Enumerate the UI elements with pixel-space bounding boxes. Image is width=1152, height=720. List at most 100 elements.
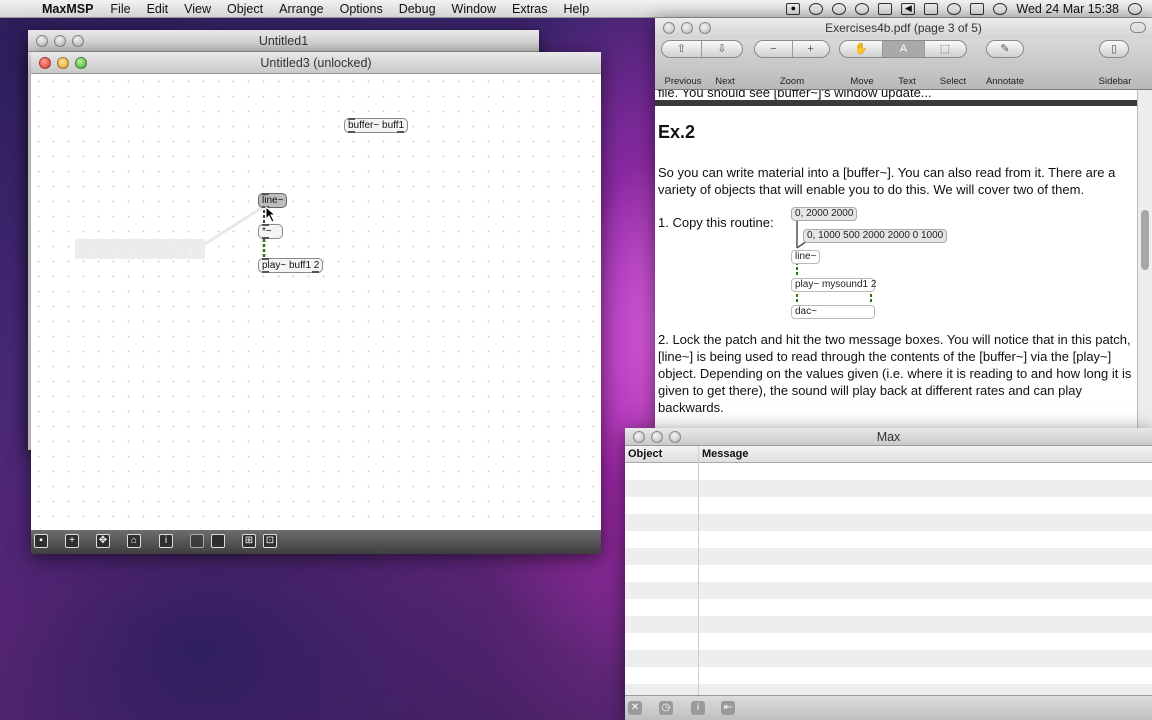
sidebar-button[interactable]: ▯ xyxy=(1099,40,1129,58)
zoom-icon[interactable] xyxy=(75,57,87,69)
pdf-scrollbar[interactable] xyxy=(1137,90,1152,430)
zoom-buttons: − + xyxy=(754,40,830,58)
info-icon[interactable]: i xyxy=(691,701,705,715)
menu-help[interactable]: Help xyxy=(555,2,597,16)
column-divider[interactable] xyxy=(698,446,699,695)
menu-app-name[interactable]: MaxMSP xyxy=(36,2,102,16)
max-console-toolbar: ✕ ◷ i ⇤ xyxy=(625,695,1152,720)
back-icon[interactable]: ⇤ xyxy=(721,701,735,715)
timer-icon[interactable] xyxy=(809,2,824,15)
inlet[interactable] xyxy=(262,258,269,260)
sync-icon[interactable] xyxy=(855,2,870,15)
annotate-label: Annotate xyxy=(985,76,1025,87)
pdf-window-controls xyxy=(663,22,711,34)
next-button[interactable]: ⇩ xyxy=(702,41,742,57)
multiply-object[interactable]: *~ xyxy=(258,224,283,239)
previous-button[interactable]: ⇧ xyxy=(662,41,702,57)
minimize-icon[interactable] xyxy=(681,22,693,34)
screen-record-icon[interactable]: ● xyxy=(786,2,801,15)
text-tool-button[interactable]: A xyxy=(883,41,925,57)
minimize-icon[interactable] xyxy=(54,35,66,47)
menubar-clock[interactable]: Wed 24 Mar 15:38 xyxy=(1016,2,1119,16)
pdf-titlebar[interactable]: Exercises4b.pdf (page 3 of 5) xyxy=(655,18,1152,38)
zoom-icon[interactable] xyxy=(72,35,84,47)
inlet[interactable] xyxy=(262,224,269,226)
close-icon[interactable] xyxy=(663,22,675,34)
zoom-in-button[interactable]: + xyxy=(792,41,829,57)
inspector-icon[interactable]: i xyxy=(159,534,173,548)
toolbar-toggle-icon[interactable] xyxy=(1130,22,1146,33)
pdf-page[interactable]: file. You should see [buffer~]'s window … xyxy=(655,90,1137,430)
buffer-object[interactable]: buffer~ buff1 xyxy=(344,118,409,133)
menu-arrange[interactable]: Arrange xyxy=(271,2,331,16)
outlet[interactable] xyxy=(348,131,355,133)
send-to-back-icon[interactable] xyxy=(190,534,204,548)
close-icon[interactable] xyxy=(39,57,51,69)
move-label: Move xyxy=(850,76,874,87)
hint-pointer xyxy=(204,205,264,246)
presentation-icon[interactable]: ⌂ xyxy=(127,534,141,548)
multiply-object-label: *~ xyxy=(262,226,272,237)
fit-view-icon[interactable]: ✥ xyxy=(96,534,110,548)
menu-options[interactable]: Options xyxy=(332,2,391,16)
zoom-out-button[interactable]: − xyxy=(755,41,793,57)
menu-view[interactable]: View xyxy=(176,2,219,16)
snap-to-grid-icon[interactable]: ⊡ xyxy=(263,534,277,548)
display-icon[interactable] xyxy=(878,2,893,15)
bring-to-front-icon[interactable] xyxy=(211,534,225,548)
prev-next-buttons: ⇧ ⇩ xyxy=(661,40,743,58)
minimize-icon[interactable] xyxy=(57,57,69,69)
grid-icon[interactable]: ⊞ xyxy=(242,534,256,548)
patcher-canvas[interactable]: buffer~ buff1 line~ line~: (signal) Outp… xyxy=(31,74,601,530)
menu-object[interactable]: Object xyxy=(219,2,271,16)
untitled3-window: Untitled3 (unlocked) buffer~ buff1 line~… xyxy=(31,52,601,554)
max-window-controls xyxy=(633,431,681,443)
spotlight-icon[interactable] xyxy=(1128,2,1142,15)
pdf-scroll-thumb[interactable] xyxy=(1141,210,1149,270)
select-tool-button[interactable]: ⬚ xyxy=(924,41,966,57)
play-object[interactable]: play~ buff1 2 xyxy=(258,258,324,273)
menu-debug[interactable]: Debug xyxy=(391,2,444,16)
wifi-icon[interactable] xyxy=(947,2,962,15)
pdf-line-object: line~ xyxy=(791,250,821,264)
patch-cords xyxy=(204,205,266,258)
max-console-list[interactable] xyxy=(625,463,1152,695)
new-object-icon[interactable]: + xyxy=(65,534,79,548)
outlet[interactable] xyxy=(262,237,269,239)
clear-icon[interactable]: ✕ xyxy=(628,701,642,715)
zoom-icon[interactable] xyxy=(669,431,681,443)
inlet[interactable] xyxy=(348,118,355,120)
move-tool-button[interactable]: ✋ xyxy=(840,41,883,57)
column-message[interactable]: Message xyxy=(702,446,748,463)
menu-edit[interactable]: Edit xyxy=(139,2,177,16)
clock-icon[interactable]: ◷ xyxy=(659,701,673,715)
page-divider xyxy=(655,100,1137,106)
inlet-hint-tooltip: line~: (signal) Output Ramp xyxy=(75,239,205,259)
column-object[interactable]: Object xyxy=(628,446,662,463)
zoom-icon[interactable] xyxy=(699,22,711,34)
menu-window[interactable]: Window xyxy=(444,2,504,16)
close-icon[interactable] xyxy=(633,431,645,443)
volume-icon[interactable]: ◀ xyxy=(901,2,916,15)
max-console-title: Max xyxy=(876,430,901,444)
untitled3-title: Untitled3 (unlocked) xyxy=(260,56,372,70)
menubar: MaxMSP File Edit View Object Arrange Opt… xyxy=(0,0,1152,18)
max-console-titlebar[interactable]: Max xyxy=(625,428,1152,446)
inlet[interactable] xyxy=(262,193,269,195)
pdf-message-box-2: 0, 1000 500 2000 2000 0 1000 xyxy=(803,229,948,243)
menu-file[interactable]: File xyxy=(102,2,138,16)
battery-icon[interactable] xyxy=(924,2,939,15)
bluetooth-icon[interactable] xyxy=(993,2,1008,15)
outlet[interactable] xyxy=(262,271,269,273)
annotate-button[interactable]: ✎ xyxy=(986,40,1024,58)
time-machine-icon[interactable] xyxy=(832,2,847,15)
input-menu-icon[interactable] xyxy=(970,2,985,15)
outlet[interactable] xyxy=(312,271,320,273)
outlet[interactable] xyxy=(397,131,405,133)
close-icon[interactable] xyxy=(36,35,48,47)
untitled3-titlebar[interactable]: Untitled3 (unlocked) xyxy=(31,52,601,74)
menu-extras[interactable]: Extras xyxy=(504,2,555,16)
minimize-icon[interactable] xyxy=(651,431,663,443)
untitled1-titlebar[interactable]: Untitled1 xyxy=(28,30,539,52)
lock-icon[interactable]: ▪ xyxy=(34,534,48,548)
